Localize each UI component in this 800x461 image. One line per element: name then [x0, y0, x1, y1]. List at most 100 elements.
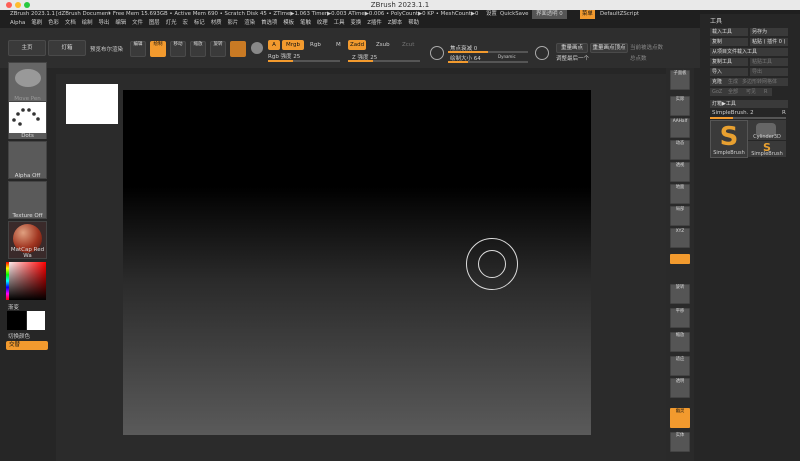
goz-r-button[interactable]: R — [762, 88, 772, 96]
goz-visible-button[interactable]: 可见 — [744, 88, 762, 96]
m-toggle[interactable]: M — [336, 42, 341, 48]
hue-strip[interactable] — [6, 262, 9, 300]
gradient-label[interactable]: 渐变 — [8, 303, 19, 311]
lightbox-tools-button[interactable]: 灯箱▶工具 — [710, 100, 788, 108]
live-boolean-label[interactable]: 预览布尔渲染 — [90, 45, 123, 53]
menu-preferences[interactable]: 首选项 — [261, 20, 277, 26]
menu-transform[interactable]: 变换 — [350, 20, 361, 26]
aahalf-icon[interactable]: AAHalf — [670, 118, 690, 138]
scale-icon[interactable]: 缩放 — [670, 332, 690, 352]
rgb-intensity-slider[interactable] — [268, 60, 340, 62]
default-zscript-button[interactable]: DefaultZScript — [600, 10, 639, 19]
menu-render[interactable]: 渲染 — [244, 20, 255, 26]
menu-light[interactable]: 灯光 — [166, 20, 177, 26]
save-as-button[interactable]: 另存为 — [750, 28, 788, 36]
menu-toggle[interactable]: 菜单 — [580, 10, 595, 19]
floor-grid-icon[interactable]: 地面 — [670, 184, 690, 204]
zcut-toggle[interactable]: Zcut — [402, 42, 414, 48]
solid-icon[interactable]: 实体 — [670, 432, 690, 452]
texture-thumbnail[interactable]: Texture Off — [8, 181, 47, 219]
main-color-swatch[interactable] — [7, 311, 26, 330]
subpanel-icon[interactable]: 子面板 — [670, 70, 690, 90]
make-button[interactable]: 生成 — [726, 78, 740, 86]
menu-texture[interactable]: 纹理 — [317, 20, 328, 26]
xyz-icon[interactable]: XYZ — [670, 228, 690, 248]
rotate-toggle[interactable] — [670, 254, 690, 264]
paste-button[interactable]: 粘贴 ( 插件 0 ) — [750, 38, 788, 46]
tool-panel-title[interactable]: 工具 — [710, 16, 722, 25]
goz-all-button[interactable]: 全部 — [726, 88, 744, 96]
goz-button[interactable]: GoZ — [710, 88, 726, 96]
actual-size-icon[interactable]: 实际 — [670, 96, 690, 116]
draw-mode-button[interactable]: 绘制 — [150, 41, 166, 57]
simplebrush-tool[interactable]: S SimpleBrush — [710, 120, 748, 158]
scale-mode-button[interactable]: 缩放 — [190, 41, 206, 57]
alternate-toggle[interactable]: 交替 — [6, 341, 48, 350]
import-button[interactable]: 导入 — [710, 68, 748, 76]
menu-help[interactable]: 帮助 — [408, 20, 419, 26]
material-thumbnail[interactable]: MatCap Red Wa — [8, 221, 47, 259]
menu-color[interactable]: 色彩 — [48, 20, 59, 26]
move-mode-button[interactable]: 移动 — [170, 41, 186, 57]
mrgb-toggle[interactable]: Mrgb — [282, 40, 304, 50]
ui-transparency-slider[interactable]: 界面透明 0 — [532, 10, 567, 19]
menu-file[interactable]: 文件 — [132, 20, 143, 26]
switch-color-button[interactable]: 切换颜色 — [8, 332, 30, 340]
lightbox-button[interactable]: 灯箱 — [48, 40, 86, 56]
load-from-project-button[interactable]: 从项目文件载入工具 — [710, 48, 788, 56]
menu-document[interactable]: 文档 — [65, 20, 76, 26]
menu-edit[interactable]: 编辑 — [115, 20, 126, 26]
menu-export[interactable]: 导出 — [99, 20, 110, 26]
weight-icon[interactable] — [535, 46, 549, 60]
navigator-thumbnail[interactable] — [66, 84, 118, 124]
sphere-icon[interactable] — [251, 42, 263, 54]
menu-tool[interactable]: 工具 — [334, 20, 345, 26]
menu-movie[interactable]: 影片 — [228, 20, 239, 26]
vertex-weight-tool-button[interactable]: 重量画点顶点 — [590, 43, 628, 53]
polymesh3d-button[interactable]: 多边形转网格体 — [740, 78, 788, 86]
rgb-intensity-label[interactable]: Rgb 强度 25 — [268, 52, 300, 60]
menu-brush[interactable]: 笔刷 — [31, 20, 42, 26]
paste-tool-button[interactable]: 粘贴工具 — [750, 58, 788, 66]
export-button[interactable]: 导出 — [750, 68, 788, 76]
document-canvas[interactable] — [123, 90, 591, 435]
secondary-color-swatch[interactable] — [27, 311, 45, 330]
menu-stroke[interactable]: 笔触 — [300, 20, 311, 26]
clone-button[interactable]: 克隆 — [710, 78, 726, 86]
solo-icon[interactable]: 幽灵 — [670, 408, 690, 428]
focal-shift-slider[interactable] — [448, 51, 528, 53]
copy-button[interactable]: 复制 — [710, 38, 748, 46]
current-tool-r-button[interactable]: R — [782, 110, 786, 116]
dynamic-persp-icon[interactable]: 动态 — [670, 140, 690, 160]
menu-macro[interactable]: 宏 — [183, 20, 188, 26]
brush-thumbnail[interactable]: Move Pen — [8, 62, 47, 102]
settings-link[interactable]: 设置 — [486, 10, 497, 19]
perspective-icon[interactable]: 透视 — [670, 162, 690, 182]
brush-preview-icon[interactable] — [230, 41, 246, 57]
tool-slider[interactable] — [710, 117, 786, 119]
edit-mode-button[interactable]: 编辑 — [130, 41, 146, 57]
local-icon[interactable]: 局部 — [670, 206, 690, 226]
z-intensity-slider[interactable] — [348, 60, 420, 62]
frame-icon[interactable]: 旋转 — [670, 284, 690, 304]
dynamic-toggle[interactable]: Dynamic — [498, 54, 516, 59]
alpha-thumbnail[interactable]: Alpha Off — [8, 141, 47, 179]
draw-size-slider[interactable] — [448, 61, 528, 63]
menu-material[interactable]: 材质 — [211, 20, 222, 26]
adjust-last-label[interactable]: 调整最后一个 — [556, 54, 589, 62]
zadd-toggle[interactable]: Zadd — [348, 40, 366, 50]
zsub-toggle[interactable]: Zsub — [376, 42, 390, 48]
menu-zplugin[interactable]: Z插件 — [367, 20, 381, 26]
menu-stencil[interactable]: 模板 — [283, 20, 294, 26]
focal-shift-icon[interactable] — [430, 46, 444, 60]
move-icon[interactable]: 平移 — [670, 308, 690, 328]
simplebrush-tool-2[interactable]: S SimpleBrush — [748, 141, 786, 157]
transparency-icon[interactable]: 透明 — [670, 378, 690, 398]
menu-layer[interactable]: 图层 — [149, 20, 160, 26]
color-picker[interactable] — [6, 262, 46, 300]
stroke-thumbnail[interactable]: Dots — [8, 101, 47, 139]
copy-tool-button[interactable]: 复制工具 — [710, 58, 748, 66]
current-tool-name[interactable]: SimpleBrush. 2 — [712, 110, 754, 116]
menu-marker[interactable]: 标记 — [194, 20, 205, 26]
rotate-icon[interactable]: 适应 — [670, 356, 690, 376]
